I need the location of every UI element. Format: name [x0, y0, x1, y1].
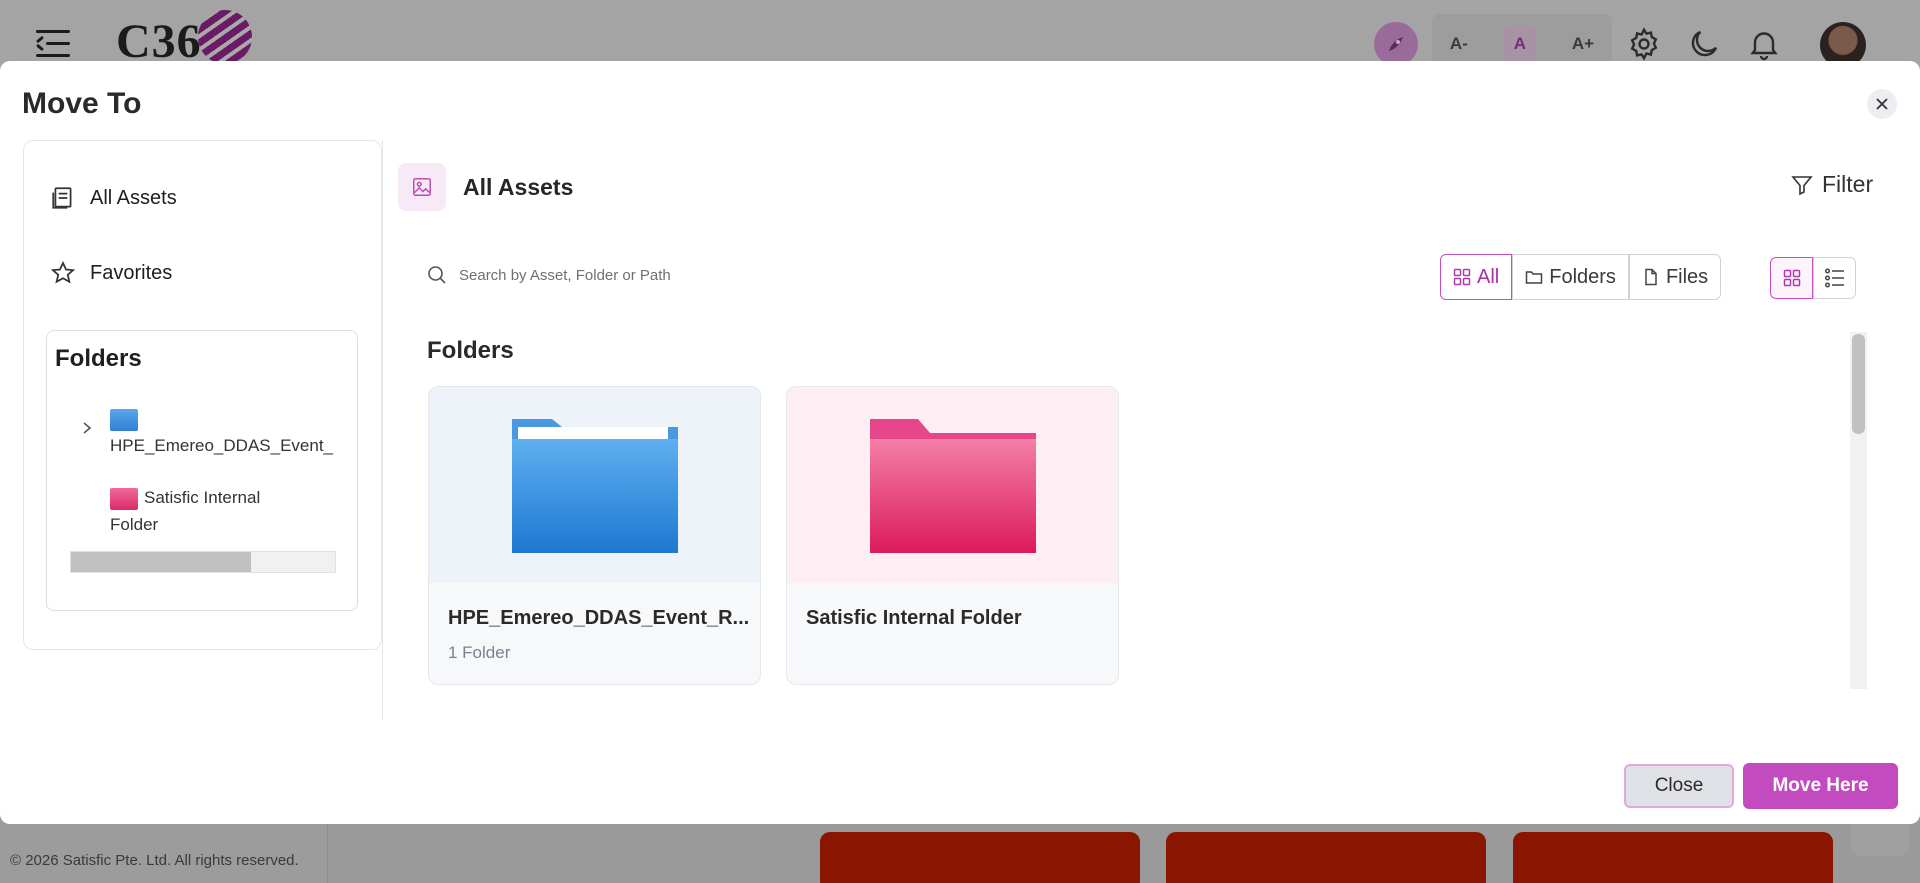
sidebar-item-all-assets[interactable]: All Assets — [50, 185, 177, 211]
dialog-title: Move To — [22, 87, 142, 120]
horizontal-scrollbar[interactable] — [70, 551, 336, 573]
folder-icon — [110, 408, 138, 431]
folder-card-meta: 1 Folder — [448, 643, 511, 662]
scrollbar-thumb[interactable] — [71, 552, 251, 572]
move-here-button[interactable]: Move Here — [1743, 763, 1898, 809]
filter-folders-button[interactable]: Folders — [1512, 254, 1629, 300]
close-button[interactable]: Close — [1624, 764, 1734, 808]
menu-icon[interactable] — [35, 30, 70, 58]
folder-tree-heading: Folders — [55, 345, 142, 372]
close-icon[interactable] — [1867, 89, 1897, 119]
panel-divider — [382, 140, 383, 720]
folder-card-name: HPE_Emereo_DDAS_Event_R... — [448, 607, 750, 629]
sidebar-item-label: All Assets — [90, 186, 177, 209]
folder-icon — [511, 419, 678, 553]
section-title: Folders — [427, 337, 514, 364]
type-filter-segment: All Folders Files — [1440, 254, 1722, 300]
grid-view-button[interactable] — [1770, 257, 1813, 299]
folder-card[interactable]: Satisfic Internal Folder — [786, 386, 1119, 685]
folder-icon — [110, 487, 138, 510]
star-icon — [50, 260, 76, 284]
folder-outline-icon — [1525, 271, 1543, 284]
list-view-icon — [1824, 268, 1844, 288]
vertical-scrollbar[interactable] — [1850, 332, 1867, 689]
search-input[interactable] — [459, 266, 899, 284]
logo-globe-icon — [197, 9, 252, 64]
folder-thumbnail — [787, 387, 1118, 583]
search-bar — [425, 258, 945, 292]
current-location-title: All Assets — [463, 174, 574, 200]
tree-item-hpe[interactable]: HPE_Emereo_DDAS_Event_ — [110, 405, 340, 459]
sidebar-item-label: Favorites — [90, 261, 173, 284]
scrollbar-thumb[interactable] — [1852, 334, 1865, 434]
filter-label: Filter — [1822, 171, 1874, 197]
background-card — [1166, 832, 1486, 883]
filter-files-button[interactable]: Files — [1628, 254, 1722, 300]
rocket-icon[interactable] — [1374, 22, 1418, 66]
copyright-text: © 2026 Satisfic Pte. Ltd. All rights res… — [10, 852, 299, 869]
chevron-right-icon[interactable] — [81, 421, 93, 440]
search-icon — [428, 266, 446, 284]
tree-item-label: HPE_Emereo_DDAS_Event_ — [110, 436, 334, 455]
filter-all-label: All — [1477, 265, 1500, 288]
move-to-dialog: Move To All Assets Favorites Folders HPE… — [0, 61, 1920, 824]
font-increase-button[interactable]: A+ — [1572, 34, 1594, 54]
tree-item-satisfic[interactable]: Satisfic Internal Folder — [110, 484, 310, 538]
font-decrease-button[interactable]: A- — [1450, 34, 1468, 54]
filter-icon — [1791, 175, 1813, 195]
filter-all-button[interactable]: All — [1440, 254, 1513, 300]
image-icon — [398, 163, 446, 211]
filter-files-label: Files — [1665, 265, 1709, 288]
font-default-button[interactable]: A — [1503, 26, 1536, 62]
gear-icon[interactable] — [1626, 26, 1662, 62]
folder-card[interactable]: HPE_Emereo_DDAS_Event_R... 1 Folder — [428, 386, 761, 685]
dialog-sidebar: All Assets Favorites Folders HPE_Emereo_… — [23, 140, 382, 650]
folder-card-name: Satisfic Internal Folder — [806, 607, 1022, 629]
background-card — [820, 832, 1140, 883]
moon-icon[interactable] — [1686, 26, 1722, 62]
grid-icon — [1453, 268, 1471, 286]
file-icon — [1645, 268, 1657, 286]
folder-icon — [869, 419, 1036, 553]
sidebar-item-favorites[interactable]: Favorites — [50, 260, 172, 286]
folder-tree-panel: Folders HPE_Emereo_DDAS_Event_ Satisfic … — [46, 330, 358, 611]
view-mode-toggle — [1770, 257, 1856, 299]
list-view-button[interactable] — [1813, 257, 1856, 299]
bell-icon[interactable] — [1746, 26, 1782, 62]
background-card — [1513, 832, 1833, 883]
assets-icon — [52, 187, 72, 209]
filter-folders-label: Folders — [1549, 265, 1616, 288]
filter-button[interactable]: Filter — [1790, 171, 1873, 198]
folder-thumbnail — [429, 387, 760, 583]
grid-view-icon — [1783, 269, 1800, 287]
